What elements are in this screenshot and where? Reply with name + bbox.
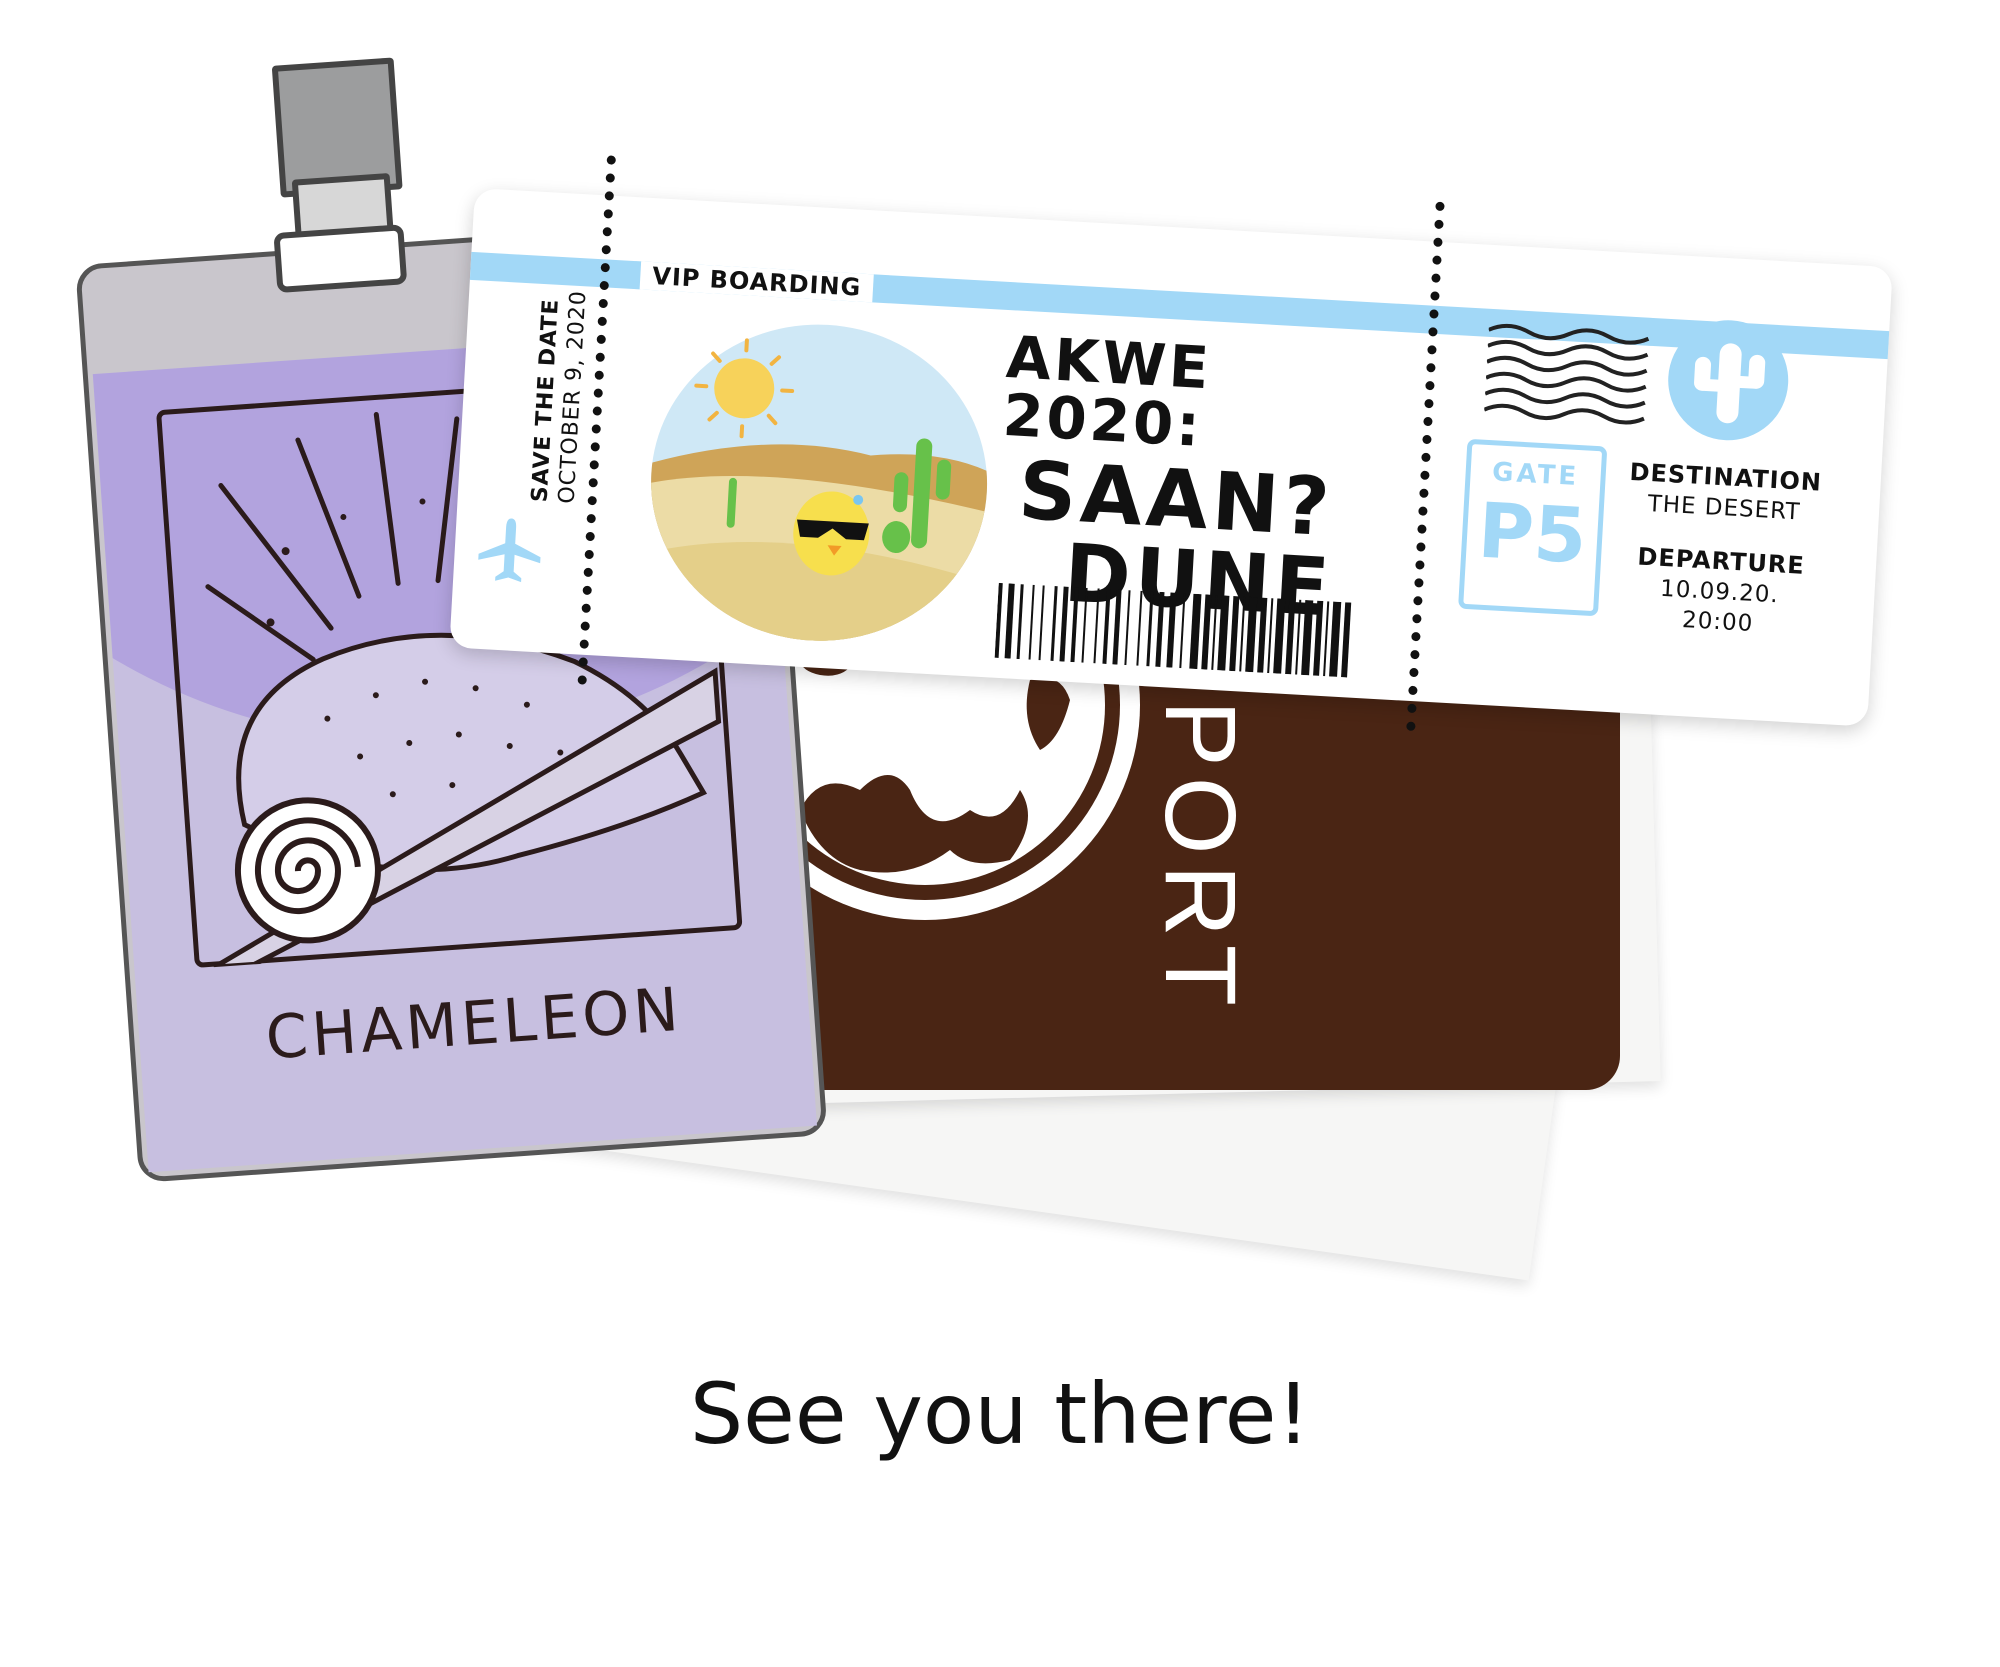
gate-value: P5	[1475, 485, 1590, 581]
cactus-icon	[1668, 320, 1789, 441]
passport-title: PORT	[1144, 700, 1256, 1016]
vip-boarding-label: VIP BOARDING	[639, 261, 875, 303]
boarding-ticket: VIP BOARDING SAVE THE DATE OCTOBER 9, 20…	[449, 155, 1893, 732]
airplane-icon	[478, 518, 541, 583]
save-the-date-block: SAVE THE DATE OCTOBER 9, 2020	[528, 282, 592, 505]
departure-time: 20:00	[1681, 607, 1755, 638]
caption: See you there!	[689, 1365, 1311, 1463]
postmark-icon	[1483, 323, 1650, 425]
perforation-right	[1406, 201, 1445, 732]
gate-box: GATE P5	[1458, 438, 1608, 617]
badge-label: CHAMELEON	[263, 974, 685, 1074]
flight-info: DESTINATION THE DESERT DEPARTURE 10.09.2…	[1617, 458, 1826, 641]
destination-value: THE DESERT	[1646, 490, 1802, 526]
badge-clip-ring	[273, 224, 408, 294]
desert-chick-scene-icon	[642, 315, 996, 650]
